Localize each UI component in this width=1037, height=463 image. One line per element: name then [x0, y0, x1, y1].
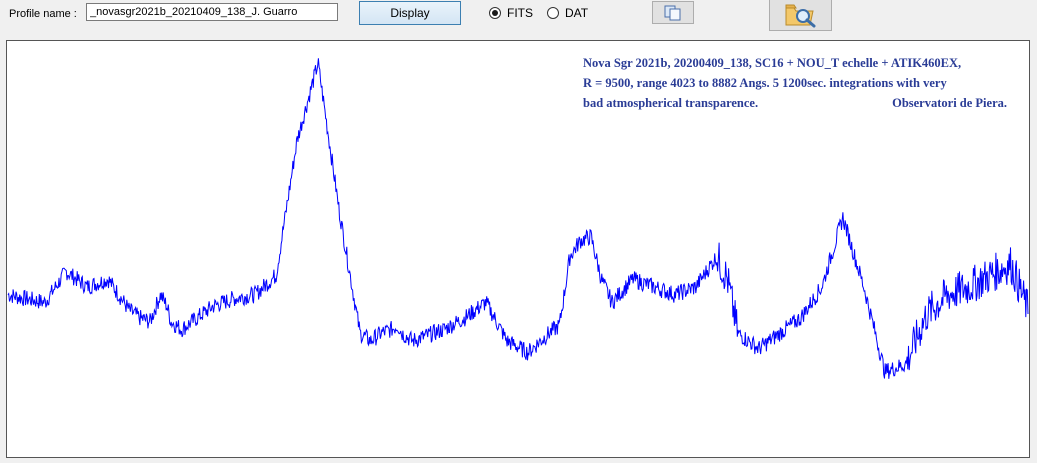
radio-dat-indicator[interactable] [547, 7, 559, 19]
radio-fits[interactable]: FITS [489, 6, 533, 20]
profile-name-label: Profile name : [9, 8, 77, 20]
radio-fits-label: FITS [507, 6, 533, 20]
folder-search-icon [785, 4, 816, 28]
spectrum-plot: Nova Sgr 2021b, 20200409_138, SC16 + NOU… [6, 40, 1030, 458]
plot-annotation: Nova Sgr 2021b, 20200409_138, SC16 + NOU… [583, 53, 1013, 113]
radio-dat[interactable]: DAT [547, 6, 588, 20]
radio-fits-indicator[interactable] [489, 7, 501, 19]
annotation-line-3: bad atmospherical transparence. [583, 96, 759, 110]
open-file-button[interactable] [769, 0, 832, 31]
annotation-line-3-row: bad atmospherical transparence. Observat… [583, 93, 1013, 113]
profile-name-input[interactable] [86, 3, 338, 21]
radio-dat-label: DAT [565, 6, 589, 20]
display-button[interactable]: Display [359, 1, 461, 25]
copy-icon [664, 5, 681, 21]
annotation-observatory: Observatori de Piera. [892, 96, 1007, 110]
copy-button[interactable] [652, 1, 694, 24]
annotation-line-1: Nova Sgr 2021b, 20200409_138, SC16 + NOU… [583, 56, 962, 70]
annotation-line-2: R = 9500, range 4023 to 8882 Angs. 5 120… [583, 76, 947, 90]
